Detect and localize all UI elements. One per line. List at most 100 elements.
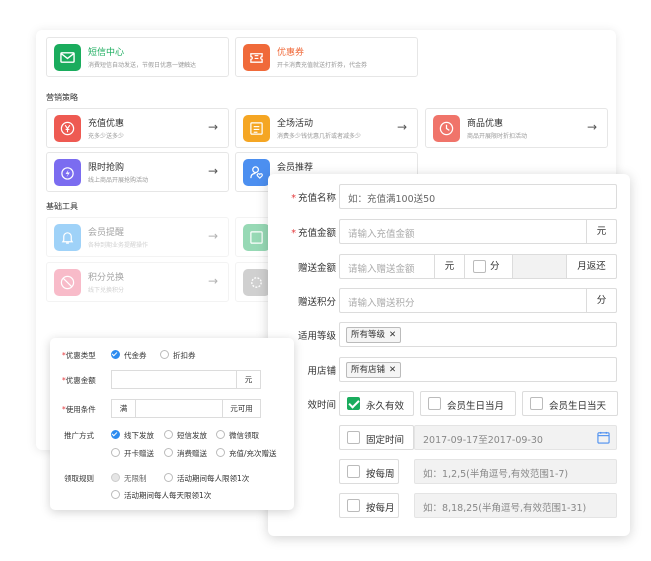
card-icon-bg xyxy=(54,159,81,186)
promo-option-label: 消费赠送 xyxy=(177,449,207,458)
monthly-placeholder: 如：8,18,25(半角逗号,有效范围1-31) xyxy=(423,503,587,514)
validity-option-label: 永久有效 xyxy=(366,401,405,412)
weekly-input[interactable]: 如：1,2,5(半角逗号,有效范围1-7) xyxy=(414,459,617,484)
coupon-amount-input[interactable]: 元 xyxy=(111,370,261,389)
recharge-amount-input[interactable]: 请输入充值金额 元 xyxy=(339,219,617,244)
gift-points-placeholder: 请输入赠送积分 xyxy=(348,298,415,309)
condition-suffix: 元可用 xyxy=(222,400,260,417)
arrow-right-icon[interactable]: → xyxy=(208,229,218,243)
validity-birthday-day-checkbox[interactable] xyxy=(530,397,543,410)
card-desc: 充多少送多少 xyxy=(88,133,125,140)
store-tag[interactable]: 所有店铺 ✕ xyxy=(346,362,402,378)
gift-amount-placeholder: 请输入赠送金额 xyxy=(348,264,415,275)
promo-offline-checkbox[interactable] xyxy=(111,430,120,439)
remove-tag-icon[interactable]: ✕ xyxy=(389,330,396,340)
card-flash-sale[interactable]: 限时抢购 线上商品开展抢购活动 → xyxy=(46,152,229,192)
validity-permanent-checkbox[interactable] xyxy=(347,397,360,410)
recharge-form-panel: * 充值名称 如：充值满100送50 * 充值金额 请输入充值金额 元 赠送金额 请… xyxy=(268,174,630,536)
recharge-name-label: * 充值名称 xyxy=(291,193,336,204)
validity-birthday-month-checkbox[interactable] xyxy=(428,397,441,410)
card-desc: 消费多少钱优惠几折或者减多少 xyxy=(277,133,362,140)
coupon-type-option-label: 折扣券 xyxy=(173,351,196,360)
condition-label: *使用条件 xyxy=(62,405,96,414)
promo-sms-checkbox[interactable] xyxy=(164,430,173,439)
gift-split-cell[interactable]: 分 xyxy=(464,255,512,278)
card-member-reminder[interactable]: 会员提醒 各种到期业务提醒操作 → xyxy=(46,217,229,257)
recharge-name-input[interactable]: 如：充值满100送50 xyxy=(339,184,617,209)
gift-month-field[interactable] xyxy=(512,255,566,278)
gift-split-checkbox[interactable] xyxy=(473,260,486,273)
monthly-label: 按每月 xyxy=(366,503,395,514)
validity-option-label: 会员生日当天 xyxy=(549,401,607,412)
arrow-right-icon[interactable]: → xyxy=(397,120,407,134)
promo-option-label: 充值/充次赠送 xyxy=(229,449,277,458)
fixed-time-range-input[interactable]: 2017-09-17至2017-09-30 xyxy=(414,425,617,450)
gift-amount-input[interactable]: 请输入赠送金额 元 分 月返还 xyxy=(339,254,617,279)
arrow-right-icon[interactable]: → xyxy=(208,274,218,288)
condition-input[interactable]: 满 元可用 xyxy=(111,399,261,418)
envelope-icon xyxy=(60,52,75,63)
arrow-right-icon[interactable]: → xyxy=(208,120,218,134)
card-store-wide-activity[interactable]: 全场活动 消费多少钱优惠几折或者减多少 → xyxy=(235,108,418,148)
card-desc: 消費短信自动发送，节假日优惠一键触达 xyxy=(88,62,197,69)
coupon-type-cash-radio[interactable] xyxy=(111,350,120,359)
monthly-checkbox[interactable] xyxy=(347,499,360,512)
card-desc: 线上商品开展抢购活动 xyxy=(88,177,149,184)
claim-unlimited-radio[interactable] xyxy=(111,473,120,482)
gift-points-label: 赠送积分 xyxy=(297,297,336,308)
clock-icon xyxy=(439,121,454,136)
gift-amount-label: 赠送金额 xyxy=(297,263,336,274)
claim-once-radio[interactable] xyxy=(164,473,173,482)
claim-daily-radio[interactable] xyxy=(111,490,120,499)
card-product-discount[interactable]: 商品优惠 商品开展限时折扣活动 → xyxy=(425,108,608,148)
section-title-marketing: 营销策略 xyxy=(46,93,78,102)
card-recharge-discount[interactable]: 充值优惠 充多少送多少 → xyxy=(46,108,229,148)
recharge-amount-unit: 元 xyxy=(586,220,616,243)
gift-split-label: 分 xyxy=(490,261,500,272)
card-desc: 各种到期业务提醒操作 xyxy=(88,242,149,249)
validity-option-label: 会员生日当月 xyxy=(447,401,505,412)
coupon-type-discount-radio[interactable] xyxy=(160,350,169,359)
fixed-time-label: 固定时间 xyxy=(366,435,405,446)
card-points-exchange[interactable]: 积分兑换 线下兑换积分 → xyxy=(46,262,229,302)
arrow-right-icon[interactable]: → xyxy=(587,120,597,134)
claim-option-label: 活动期间每人限领1次 xyxy=(177,474,250,483)
card-title: 限时抢购 xyxy=(88,163,125,173)
flash-icon xyxy=(61,167,74,180)
card-title: 商品优惠 xyxy=(467,119,504,129)
calendar-icon[interactable] xyxy=(597,431,610,444)
fixed-time-value: 2017-09-17至2017-09-30 xyxy=(423,435,543,446)
promo-consume-checkbox[interactable] xyxy=(164,448,173,457)
card-title: 充值优惠 xyxy=(88,119,125,129)
promo-wechat-checkbox[interactable] xyxy=(216,430,225,439)
promo-recharge-checkbox[interactable] xyxy=(216,448,225,457)
level-tag[interactable]: 所有等级 ✕ xyxy=(346,327,402,343)
remove-tag-icon[interactable]: ✕ xyxy=(389,365,396,375)
gift-points-input[interactable]: 请输入赠送积分 分 xyxy=(339,288,617,313)
card-coupon[interactable]: 优惠券 开卡消费充值就送打折券，代金券 xyxy=(235,37,418,77)
validity-option-birthday-day[interactable]: 会员生日当天 xyxy=(522,391,618,416)
store-select[interactable]: 所有店铺 ✕ xyxy=(339,357,617,382)
promo-option-label: 短信发放 xyxy=(177,431,207,440)
card-icon-bg xyxy=(54,115,81,142)
card-sms-center[interactable]: 短信中心 消費短信自动发送，节假日优惠一键触达 xyxy=(46,37,229,77)
weekly-checkbox[interactable] xyxy=(347,465,360,478)
arrow-right-icon[interactable]: → xyxy=(208,164,218,178)
promo-card-open-checkbox[interactable] xyxy=(111,448,120,457)
card-icon-bg xyxy=(243,44,270,71)
weekly-label: 按每周 xyxy=(366,469,395,480)
card-title: 全场活动 xyxy=(277,119,314,129)
fixed-time-checkbox[interactable] xyxy=(347,431,360,444)
coupon-amount-unit: 元 xyxy=(236,371,260,388)
validity-option-permanent[interactable]: 永久有效 xyxy=(339,391,414,416)
recharge-amount-label: * 充值金额 xyxy=(291,228,336,239)
validity-option-birthday-month[interactable]: 会员生日当月 xyxy=(420,391,516,416)
coupon-form-panel: *优惠类型 代金券 折扣券 *优惠金额 元 *使用条件 满 元可用 推广方式 线… xyxy=(50,338,294,510)
bell-icon xyxy=(61,232,74,244)
monthly-option[interactable]: 按每月 xyxy=(339,493,399,518)
weekly-option[interactable]: 按每周 xyxy=(339,459,399,484)
level-select[interactable]: 所有等级 ✕ xyxy=(339,322,617,347)
fixed-time-option[interactable]: 固定时间 xyxy=(339,425,414,450)
monthly-input[interactable]: 如：8,18,25(半角逗号,有效范围1-31) xyxy=(414,493,617,518)
card-icon-bg xyxy=(243,224,270,251)
